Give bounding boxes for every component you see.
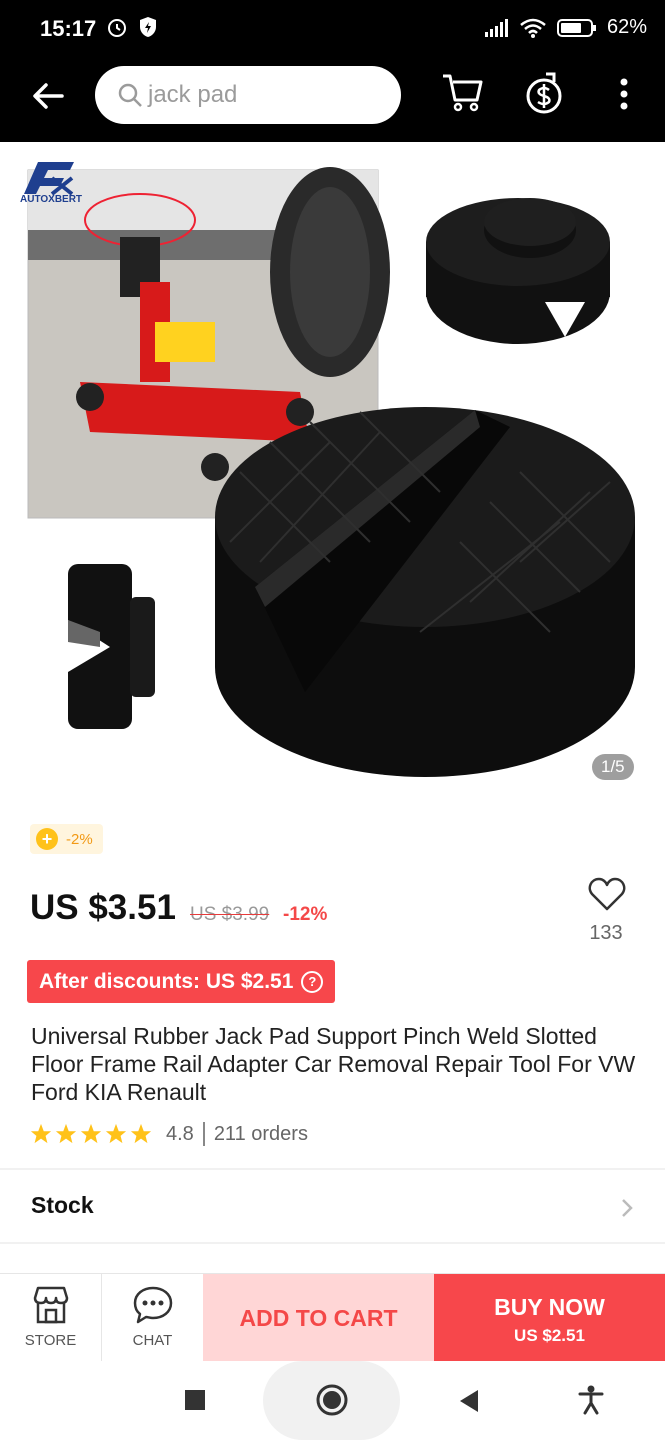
current-price: US $3.51 <box>30 888 176 927</box>
stock-label[interactable]: Stock <box>31 1192 94 1219</box>
buy-now-label: BUY NOW <box>494 1294 605 1320</box>
back-arrow-icon[interactable] <box>30 78 66 114</box>
search-input[interactable]: jack pad <box>95 66 401 124</box>
buy-now-button[interactable]: BUY NOW US $2.51 <box>434 1274 665 1362</box>
search-icon <box>118 83 142 107</box>
star-icon <box>30 1123 52 1144</box>
recents-square-icon[interactable] <box>184 1389 206 1411</box>
divider <box>0 1168 665 1170</box>
product-title: Universal Rubber Jack Pad Support Pinch … <box>31 1023 636 1105</box>
store-label: STORE <box>24 1332 77 1349</box>
divider <box>202 1122 205 1146</box>
divider <box>0 1242 665 1244</box>
after-discount-label: After discounts: US $2.51 <box>39 969 294 993</box>
add-to-cart-button[interactable]: ADD TO CART <box>203 1274 434 1362</box>
alarm-icon <box>108 19 126 37</box>
rating-score: 4.8 <box>166 1122 194 1145</box>
home-circle-icon[interactable] <box>315 1383 349 1417</box>
brand-logo-icon <box>24 162 74 196</box>
system-navigation-bar <box>0 1361 665 1440</box>
image-counter: 1/5 <box>592 754 634 780</box>
shield-icon <box>140 17 156 37</box>
product-image <box>27 167 635 777</box>
star-icon <box>105 1123 127 1144</box>
store-button[interactable]: STORE <box>0 1274 102 1362</box>
wishlist-count: 133 <box>589 922 623 944</box>
star-icon <box>55 1123 77 1144</box>
status-time: 15:17 <box>40 16 97 41</box>
chevron-right-icon[interactable] <box>620 1197 634 1219</box>
search-placeholder: jack pad <box>148 81 238 108</box>
accessibility-icon[interactable] <box>578 1385 604 1415</box>
order-count: 211 orders <box>213 1122 308 1145</box>
star-icon <box>130 1123 152 1144</box>
cart-icon[interactable] <box>440 70 484 114</box>
question-icon[interactable]: ? <box>301 970 324 993</box>
after-discount-badge[interactable]: After discounts: US $2.51 ? <box>27 960 336 1003</box>
coins-icon[interactable] <box>522 70 566 118</box>
back-triangle-icon[interactable] <box>458 1389 480 1413</box>
chat-button[interactable]: CHAT <box>102 1274 203 1362</box>
battery-icon <box>556 18 596 37</box>
coupon-badge[interactable]: + -2% <box>30 824 103 854</box>
original-price: US $3.99 <box>190 904 270 925</box>
chat-label: CHAT <box>132 1332 173 1349</box>
coin-icon: + <box>36 828 58 850</box>
product-image-gallery[interactable]: AUTOXBERT 1/5 <box>0 142 665 802</box>
bottom-action-bar: STORE CHAT ADD TO CART BUY NOW US $2.51 <box>0 1273 665 1362</box>
buy-now-price: US $2.51 <box>514 1326 585 1345</box>
status-bar: 15:17 62% <box>0 0 665 58</box>
store-icon <box>33 1286 69 1324</box>
heart-icon[interactable] <box>588 876 626 912</box>
rating-stars <box>30 1123 152 1145</box>
star-icon <box>80 1123 102 1144</box>
discount-percent: -12% <box>283 904 328 925</box>
chat-icon <box>133 1286 173 1324</box>
ratings-row[interactable]: 4.8 211 orders <box>30 1122 308 1146</box>
top-bar: jack pad <box>0 58 665 142</box>
battery-level: 62% <box>606 16 647 38</box>
wifi-icon <box>520 18 546 38</box>
brand-name: AUTOXBERT <box>20 194 83 205</box>
more-options-icon[interactable] <box>614 76 634 112</box>
coupon-text: -2% <box>66 830 93 848</box>
signal-icon <box>484 18 508 37</box>
